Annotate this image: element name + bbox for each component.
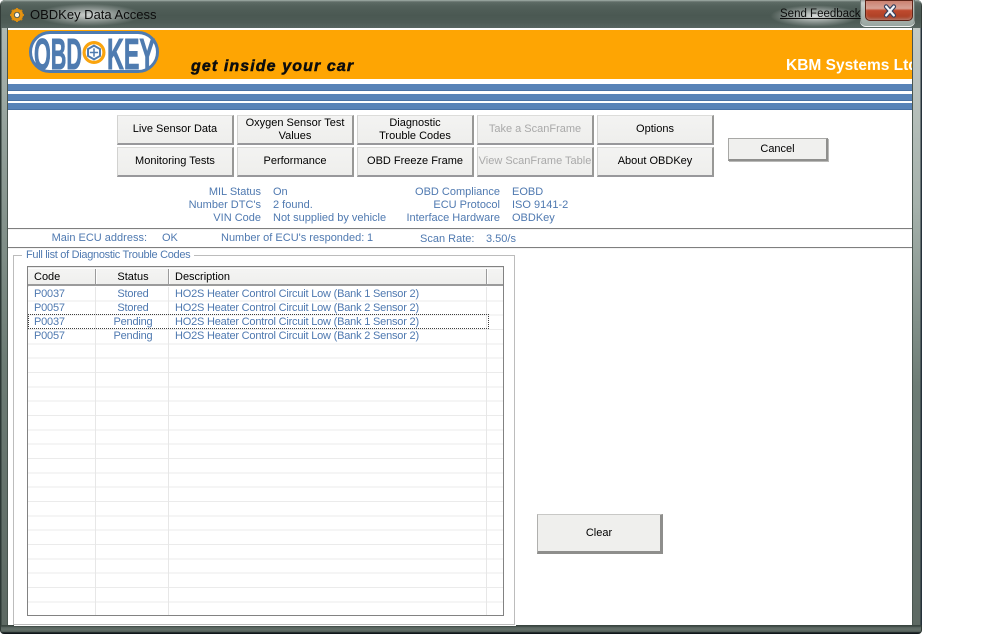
svg-text:KEY: KEY bbox=[107, 31, 155, 73]
svg-text:OBD: OBD bbox=[34, 31, 82, 73]
